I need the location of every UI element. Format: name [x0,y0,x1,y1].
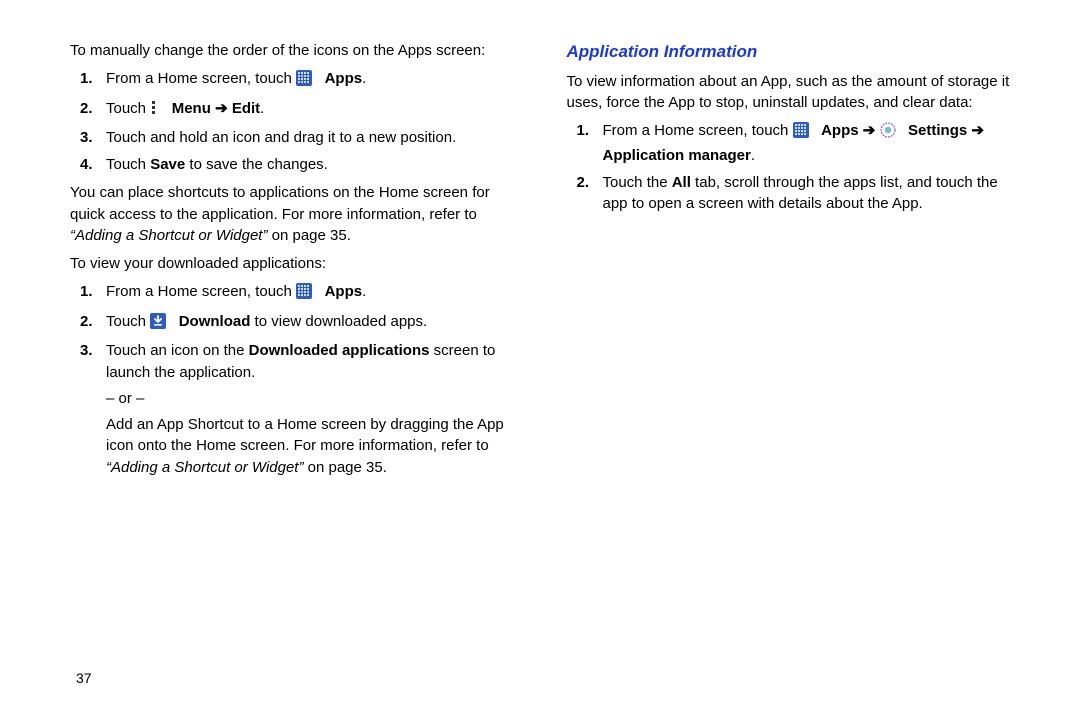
downloaded-apps-label: Downloaded applications [249,342,430,359]
app-manager-label: Application manager [603,147,751,164]
intro-text-2: To view your downloaded applications: [70,253,529,275]
apps-label: Apps [325,283,363,300]
step-text: Touch [106,313,150,330]
apps-label: Apps [325,70,363,87]
step-text: Touch [106,100,150,117]
intro-text-1: To manually change the order of the icon… [70,40,529,62]
step-text: Touch the [603,174,672,191]
all-tab-label: All [672,174,691,191]
arrow-icon: ➔ [863,122,880,139]
cont-text: Add an App Shortcut to a Home screen by … [106,416,504,455]
step: Touch Save to save the changes. [70,154,529,176]
para-text: You can place shortcuts to applications … [70,184,490,223]
step-text: Touch [106,156,150,173]
step-text: From a Home screen, touch [106,70,296,87]
period: . [362,283,366,300]
settings-icon [880,122,896,145]
arrow-icon: ➔ [215,100,232,117]
step: From a Home screen, touch Apps. [70,281,529,306]
menu-label: Menu [172,100,215,117]
reference-title: “Adding a Shortcut or Widget” [70,227,267,244]
step-text-tail: to view downloaded apps. [250,313,427,330]
cont-text-tail: on page 35. [303,459,386,476]
period: . [260,100,264,117]
para-text-tail: on page 35. [267,227,350,244]
apps-label: Apps [821,122,863,139]
step: From a Home screen, touch Apps ➔ Setting… [567,120,1026,167]
left-column: To manually change the order of the icon… [70,40,529,720]
step: Touch the All tab, scroll through the ap… [567,172,1026,216]
apps-icon [296,70,312,93]
step-text: Touch an icon on the [106,342,249,359]
shortcut-paragraph: You can place shortcuts to applications … [70,182,529,247]
step: Touch and hold an icon and drag it to a … [70,127,529,149]
step: From a Home screen, touch Apps. [70,68,529,93]
download-label: Download [179,313,251,330]
period: . [362,70,366,87]
step-text-tail: to save the changes. [185,156,328,173]
menu-icon [150,100,159,123]
download-icon [150,313,166,336]
save-label: Save [150,156,185,173]
steps-list-right: From a Home screen, touch Apps ➔ Setting… [567,120,1026,215]
step-text: Touch and hold an icon and drag it to a … [106,129,456,146]
step: Touch an icon on the Downloaded applicat… [70,340,529,479]
apps-icon [296,283,312,306]
period: . [751,147,755,164]
step-text: From a Home screen, touch [603,122,793,139]
step: Touch Download to view downloaded apps. [70,311,529,336]
edit-label: Edit [232,100,260,117]
step-text: From a Home screen, touch [106,283,296,300]
section-heading: Application Information [567,40,1026,65]
steps-list-2: From a Home screen, touch Apps. Touch Do… [70,281,529,479]
right-column: Application Information To view informat… [567,40,1026,720]
apps-icon [793,122,809,145]
settings-label: Settings [908,122,971,139]
page-body: To manually change the order of the icon… [0,0,1080,720]
arrow-icon: ➔ [971,122,984,139]
reference-title: “Adding a Shortcut or Widget” [106,459,303,476]
intro-text-right: To view information about an App, such a… [567,71,1026,115]
step-continuation: Add an App Shortcut to a Home screen by … [106,414,529,479]
page-number: 37 [76,668,92,688]
step: Touch Menu ➔ Edit. [70,98,529,123]
or-divider: – or – [106,388,529,410]
steps-list-1: From a Home screen, touch Apps. Touch Me… [70,68,529,176]
